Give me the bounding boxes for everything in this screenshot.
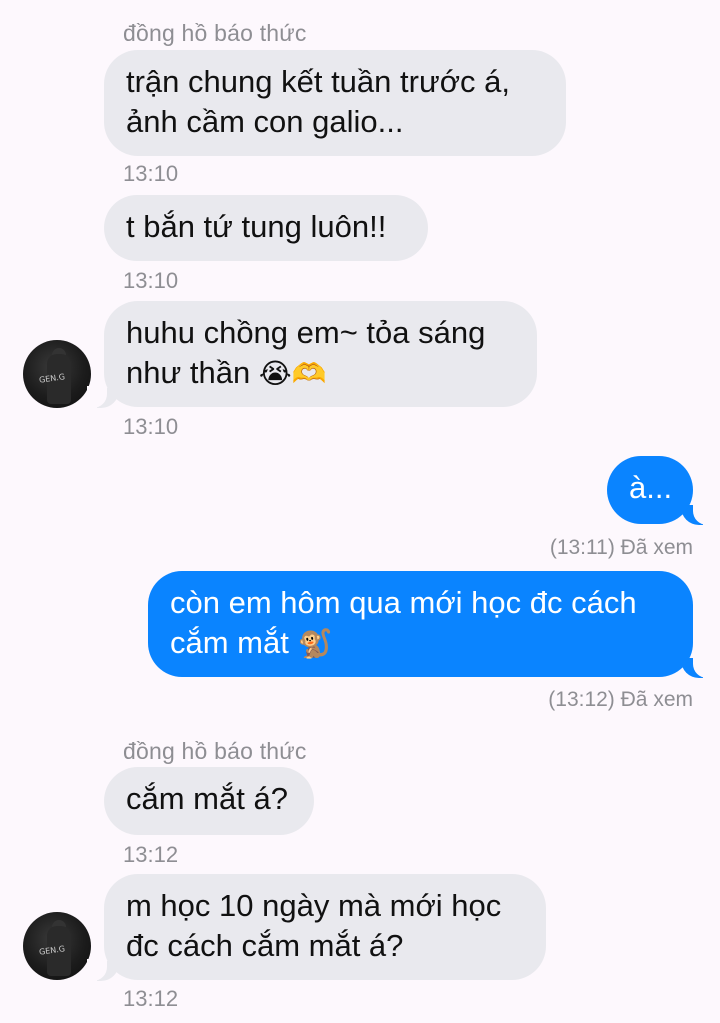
incoming-message-bubble[interactable]: cắm mắt á? — [104, 767, 314, 835]
incoming-message-bubble[interactable]: m học 10 ngày mà mới học đc cách cắm mắt… — [104, 874, 546, 980]
message-timestamp: 13:10 — [123, 268, 179, 293]
message-text: m học 10 ngày mà mới học đc cách cắm mắt… — [126, 888, 502, 963]
message-timestamp: 13:10 — [123, 414, 179, 439]
crying-heart-hands-emoji-icon: 😭🫶 — [258, 357, 327, 390]
message-text: t bắn tứ tung luôn!! — [126, 209, 387, 244]
contact-avatar[interactable]: GEN.G — [23, 912, 91, 980]
message-text: còn em hôm qua mới học đc cách cắm mắt — [170, 585, 637, 660]
incoming-message-bubble[interactable]: trận chung kết tuần trước á, ảnh cầm con… — [104, 50, 566, 156]
outgoing-message-bubble[interactable]: à... — [607, 456, 693, 524]
read-status: (13:11) Đã xem — [549, 536, 693, 559]
monkey-emoji-icon: 🐒 — [297, 627, 333, 660]
message-text: à... — [629, 470, 673, 505]
message-text: trận chung kết tuần trước á, ảnh cầm con… — [126, 64, 511, 139]
outgoing-message-bubble[interactable]: còn em hôm qua mới học đc cách cắm mắt 🐒 — [148, 571, 693, 677]
message-timestamp: 13:12 — [123, 986, 179, 1011]
message-timestamp: 13:12 — [123, 842, 179, 867]
sender-name: đồng hồ báo thức — [123, 738, 307, 764]
read-status: (13:12) Đã xem — [548, 688, 693, 711]
incoming-message-bubble[interactable]: t bắn tứ tung luôn!! — [104, 195, 428, 261]
message-timestamp: 13:10 — [123, 161, 179, 186]
incoming-message-bubble[interactable]: huhu chồng em~ tỏa sáng như thần 😭🫶 — [104, 301, 537, 407]
message-text: cắm mắt á? — [126, 781, 288, 816]
contact-avatar[interactable]: GEN.G — [23, 340, 91, 408]
sender-name: đồng hồ báo thức — [123, 20, 307, 46]
